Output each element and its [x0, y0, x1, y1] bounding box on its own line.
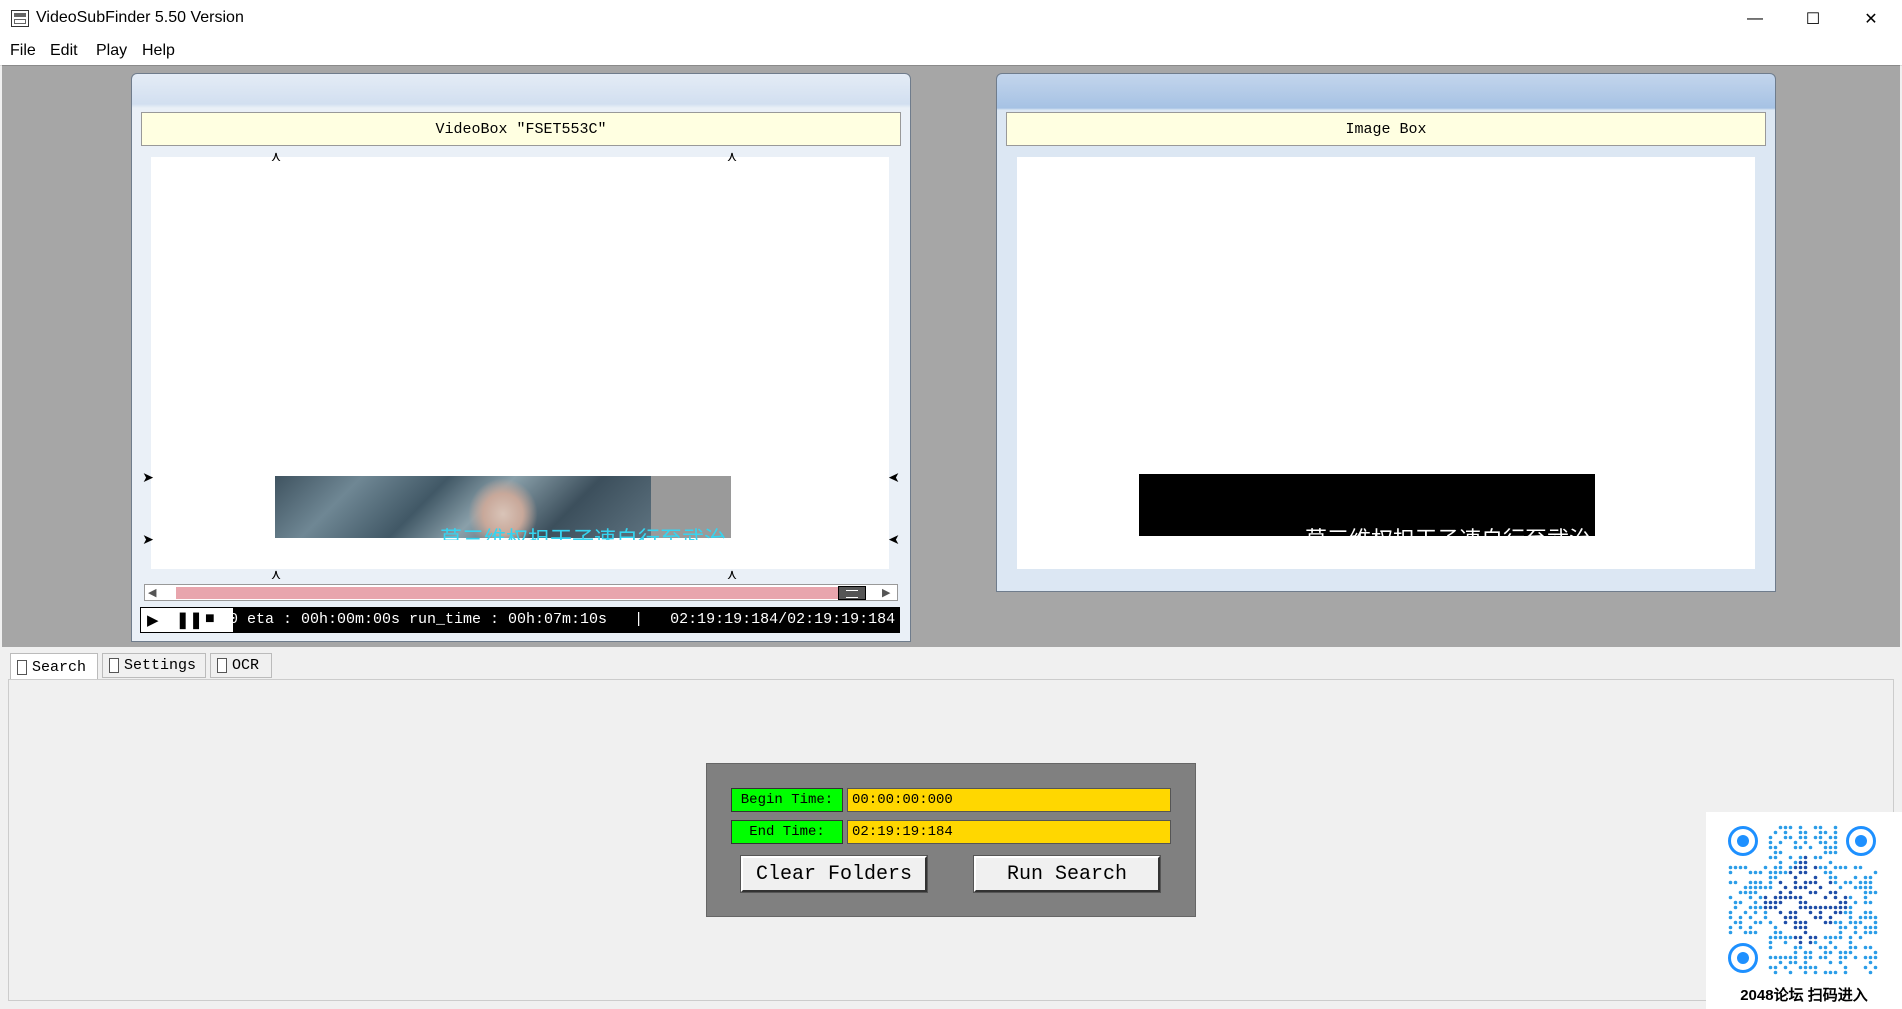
end-time-input[interactable]: 02:19:19:184 — [847, 820, 1171, 844]
marker-right-top[interactable]: ➤ — [887, 469, 901, 485]
document-icon — [17, 659, 27, 675]
run-search-button[interactable]: Run Search — [973, 855, 1161, 893]
close-button[interactable]: ✕ — [1842, 0, 1900, 38]
end-time-label: End Time: — [731, 820, 843, 844]
title-bar — [0, 0, 1902, 38]
menu-file[interactable]: File — [10, 42, 36, 60]
tab-ocr[interactable]: OCR — [210, 653, 272, 678]
menu-bar — [0, 38, 1902, 66]
qr-finder-top-left — [1728, 826, 1758, 856]
tab-label: Search — [32, 658, 87, 676]
qr-finder-bottom-left — [1728, 943, 1758, 973]
clear-folders-button[interactable]: Clear Folders — [740, 855, 928, 893]
marker-bottom-left[interactable]: ⋏ — [269, 567, 283, 581]
scroll-right-arrow[interactable]: ▶ — [882, 586, 890, 599]
marker-top-right[interactable]: ⋏ — [725, 149, 739, 163]
player-status: 0 eta : 00h:00m:00s run_time : 00h:07m:1… — [229, 611, 896, 628]
window-title: VideoSubFinder 5.50 Version — [36, 9, 244, 26]
tab-label: OCR — [232, 657, 260, 674]
minimize-button[interactable]: — — [1726, 0, 1784, 38]
app-icon — [11, 10, 29, 27]
tab-settings[interactable]: Settings — [102, 653, 206, 678]
scroll-thumb[interactable] — [838, 586, 866, 600]
menu-play[interactable]: Play — [96, 42, 127, 60]
tab-label: Settings — [124, 657, 197, 674]
begin-time-label: Begin Time: — [731, 788, 843, 812]
stop-icon[interactable]: ■ — [205, 610, 215, 628]
document-icon — [109, 658, 119, 673]
image-subtitle: 莫三维权担干子速自行至武治 — [1305, 526, 1595, 536]
scroll-track[interactable] — [176, 587, 838, 599]
menu-edit[interactable]: Edit — [50, 42, 78, 60]
maximize-button[interactable]: ☐ — [1784, 0, 1842, 38]
marker-right-bottom[interactable]: ➤ — [887, 531, 901, 547]
marker-bottom-right[interactable]: ⋏ — [725, 567, 739, 581]
begin-time-input[interactable]: 00:00:00:000 — [847, 788, 1171, 812]
menu-help[interactable]: Help — [142, 42, 175, 60]
video-box-header: VideoBox "FSET553C" — [141, 112, 901, 146]
tab-search[interactable]: Search — [10, 653, 98, 680]
pause-icon[interactable]: ❚❚ — [176, 610, 203, 630]
qr-label: 2048论坛 扫码进入 — [1740, 987, 1868, 1004]
document-icon — [217, 658, 227, 673]
qr-finder-top-right — [1846, 826, 1876, 856]
image-box-header: Image Box — [1006, 112, 1766, 146]
video-subtitle: 莫三维权担干子速自行至武治 — [440, 527, 727, 540]
marker-left-bottom[interactable]: ➤ — [141, 532, 155, 546]
scroll-left-arrow[interactable]: ◀ — [148, 586, 156, 599]
play-icon[interactable]: ▶ — [147, 611, 159, 629]
marker-top-left[interactable]: ⋏ — [269, 149, 283, 163]
marker-left-top[interactable]: ➤ — [141, 470, 155, 484]
